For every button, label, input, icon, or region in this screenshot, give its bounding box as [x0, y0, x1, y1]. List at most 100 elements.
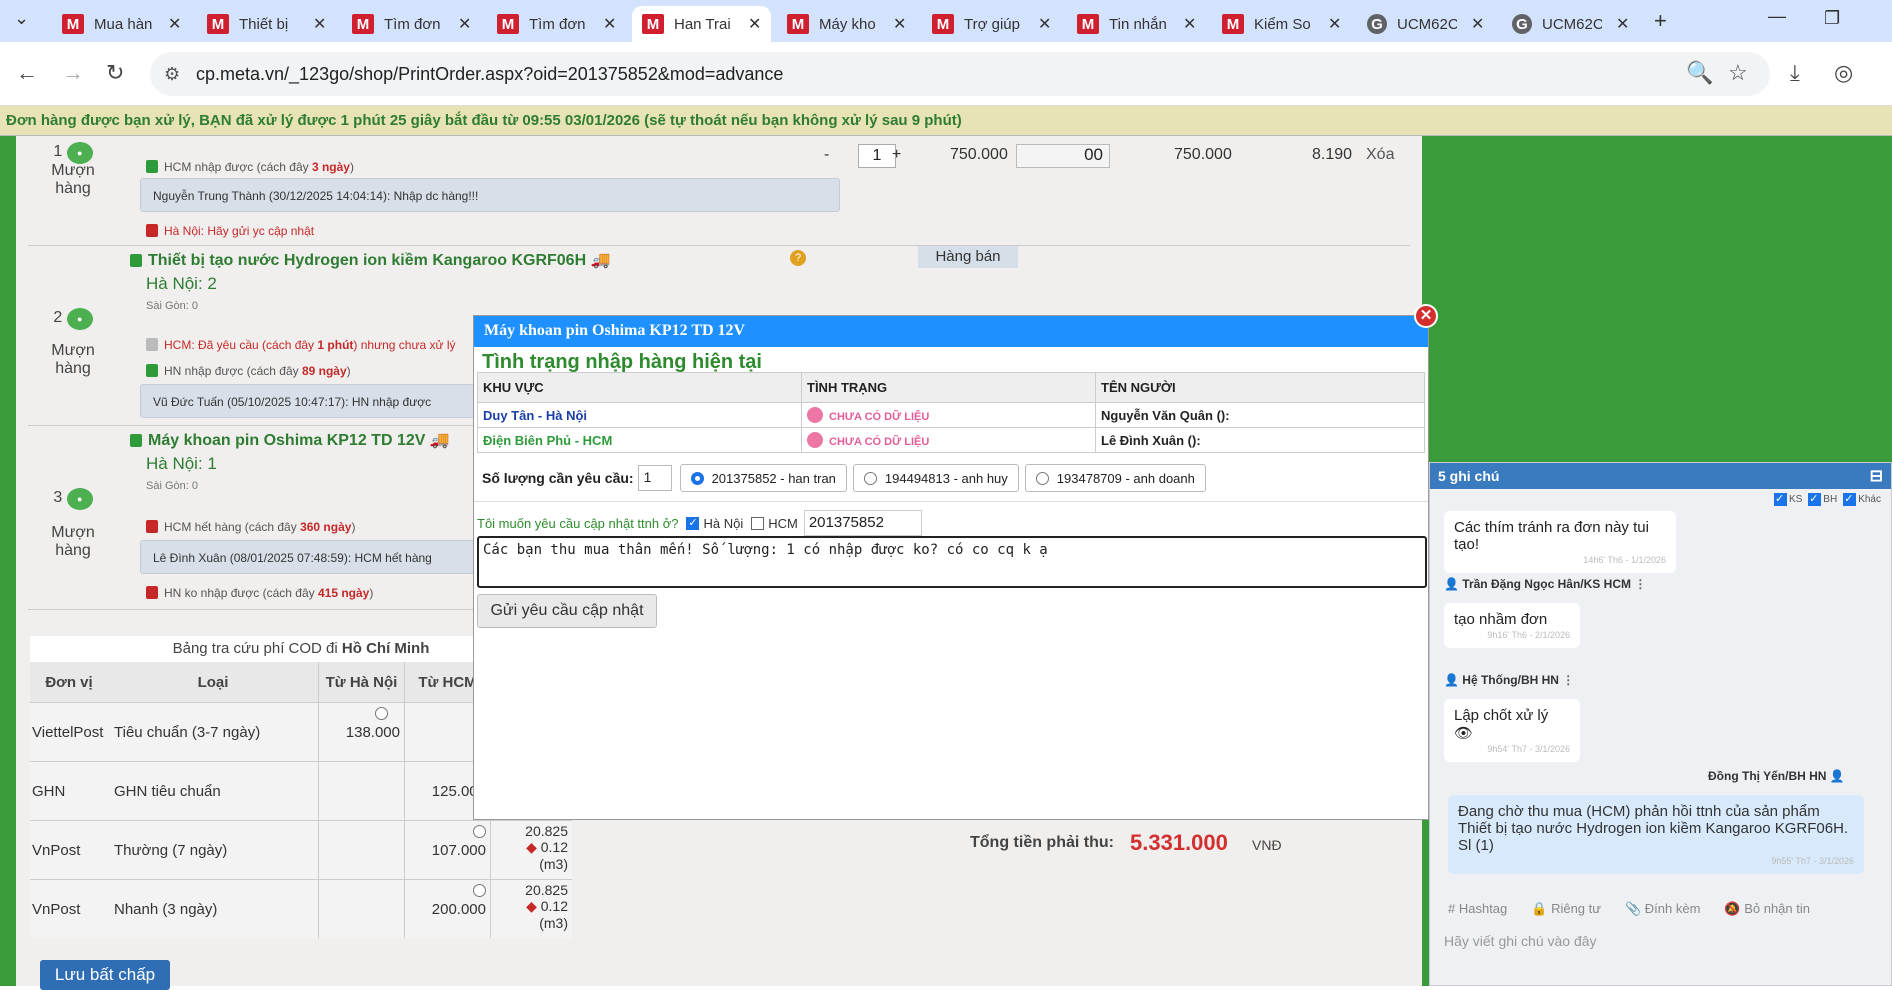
profile-icon[interactable]: ◎: [1834, 60, 1853, 86]
table-row: VnPost Nhanh (3 ngày) 200.000 20.825 ◆ 0.…: [30, 879, 572, 938]
address-bar-area: ← → ↻ ⚙ cp.meta.vn/_123go/shop/PrintOrde…: [0, 42, 1892, 106]
filter-bh-checkbox[interactable]: ✓: [1808, 493, 1822, 506]
radio-option[interactable]: [375, 707, 388, 720]
browser-tab-active[interactable]: M Han Trai ✕: [632, 6, 772, 42]
help-icon[interactable]: ?: [790, 250, 806, 266]
close-tab-icon[interactable]: ✕: [893, 14, 906, 34]
browser-tab[interactable]: M Tìm đơn ✕: [487, 6, 626, 42]
cell-unit: VnPost: [32, 900, 81, 918]
filter-other-checkbox[interactable]: ✓: [1843, 493, 1857, 506]
globe-icon: G: [1512, 14, 1532, 34]
discount-input[interactable]: 00: [1016, 144, 1110, 168]
qty-decrease-button[interactable]: -: [824, 146, 829, 164]
browser-tab[interactable]: M Trợ giúp ✕: [922, 6, 1061, 42]
modal-close-icon[interactable]: ✕: [1414, 304, 1438, 328]
close-tab-icon[interactable]: ✕: [1183, 14, 1196, 34]
table-row: VnPost Thường (7 ngày) 107.000 20.825 ◆ 0…: [30, 820, 572, 879]
private-button[interactable]: 🔒 Riêng tư: [1531, 901, 1601, 917]
note-message: tạo nhầm đơn 9h16' Th6 - 2/1/2026: [1444, 603, 1580, 648]
truck-icon: 🚚: [590, 252, 611, 269]
send-update-request-button[interactable]: Gửi yêu cầu cập nhật: [477, 594, 657, 628]
new-tab-icon[interactable]: +: [1654, 8, 1667, 34]
qty-input[interactable]: 1: [858, 144, 896, 168]
cell-extra: 20.825 ◆ 0.12 (m3): [490, 821, 572, 879]
item-index: 3 ●: [38, 488, 108, 510]
browser-tab-strip: ⌄ M Mua hàn ✕ M Thiết bị ✕ M Tìm đơn ✕ M Tìm đơ…: [0, 0, 1892, 42]
unsubscribe-button[interactable]: 🔕 Bỏ nhận tin: [1724, 901, 1810, 917]
download-icon[interactable]: ⤓: [1790, 60, 1800, 86]
url-input[interactable]: ⚙ cp.meta.vn/_123go/shop/PrintOrder.aspx…: [150, 52, 1770, 96]
bookmark-star-icon[interactable]: ☆: [1728, 60, 1748, 86]
notes-toolbar: # Hashtag 🔒 Riêng tư 📎 Đính kèm 🔕 Bỏ nhậ…: [1448, 901, 1810, 917]
close-tab-icon[interactable]: ✕: [313, 14, 326, 34]
hanoi-checkbox[interactable]: ✓: [686, 516, 700, 530]
order-option[interactable]: 193478709 - anh doanh: [1024, 464, 1206, 492]
cell-unit: VnPost: [32, 841, 81, 859]
delete-link[interactable]: Xóa: [1366, 146, 1394, 164]
total-currency: VNĐ: [1252, 837, 1282, 853]
hcm-checkbox[interactable]: [751, 516, 765, 530]
close-tab-icon[interactable]: ✕: [458, 14, 471, 34]
line-total: 750.000: [1174, 146, 1232, 163]
chat-bubble-icon[interactable]: ●: [66, 142, 93, 164]
browser-tab[interactable]: G UCM62C ✕: [1357, 6, 1494, 42]
radio-option[interactable]: [473, 825, 486, 838]
status-icon: [146, 224, 158, 237]
back-icon[interactable]: ←: [16, 60, 38, 86]
restore-icon[interactable]: ❐: [1824, 8, 1840, 29]
chat-bubble-icon[interactable]: ●: [66, 488, 93, 510]
close-tab-icon[interactable]: ✕: [168, 14, 181, 34]
more-icon: ⋮: [1634, 577, 1647, 591]
browser-tab[interactable]: M Mua hàn ✕: [52, 6, 191, 42]
col-type: Loại: [197, 673, 229, 691]
status-icon: [146, 586, 158, 599]
browser-tab[interactable]: G UCM62C ✕: [1502, 6, 1639, 42]
minimize-panel-icon[interactable]: ⊟: [1870, 466, 1883, 486]
qty-input[interactable]: 1: [637, 465, 672, 491]
qty-increase-button[interactable]: +: [892, 146, 901, 164]
close-tab-icon[interactable]: ✕: [1038, 14, 1051, 34]
product-title[interactable]: Máy khoan pin Oshima KP12 TD 12V 🚚: [130, 430, 450, 450]
browser-tab[interactable]: M Máy kho ✕: [777, 6, 916, 42]
order-option[interactable]: 194494813 - anh huy: [852, 464, 1019, 492]
chat-bubble-icon[interactable]: ●: [66, 308, 93, 330]
reload-icon[interactable]: ↻: [106, 60, 124, 86]
close-tab-icon[interactable]: ✕: [1328, 14, 1341, 34]
hashtag-button[interactable]: # Hashtag: [1448, 901, 1507, 917]
status-dot-icon: [807, 432, 823, 448]
close-tab-icon[interactable]: ✕: [1616, 14, 1629, 34]
browser-tab[interactable]: M Tìm đơn ✕: [342, 6, 481, 42]
attach-button[interactable]: 📎 Đính kèm: [1625, 901, 1700, 917]
product-title[interactable]: Thiết bị tạo nước Hydrogen ion kiềm Kang…: [130, 250, 611, 270]
item-index: 2 ●: [38, 308, 108, 330]
message-textarea[interactable]: Các bạn thu mua thân mến! Số lượng: 1 có…: [477, 536, 1427, 588]
truck-icon: 🚚: [429, 432, 450, 449]
cell-hn: 138.000: [318, 703, 404, 761]
browser-tab[interactable]: M Thiết bị ✕: [197, 6, 336, 42]
close-tab-icon[interactable]: ✕: [1471, 14, 1484, 34]
order-code-input[interactable]: 201375852: [803, 510, 922, 536]
close-tab-icon[interactable]: ✕: [603, 14, 616, 34]
filter-ks-checkbox[interactable]: ✓: [1773, 493, 1787, 506]
tab-search-icon[interactable]: ⌄: [14, 8, 29, 29]
tab-label: UCM62C: [1397, 15, 1457, 33]
note-input[interactable]: Hãy viết ghi chú vào đây: [1444, 933, 1597, 949]
status-table: KHU VỰC TÌNH TRẠNG TÊN NGƯỜI Duy Tân - H…: [477, 372, 1425, 453]
modal-subtitle: Tình trạng nhập hàng hiện tại: [482, 351, 762, 373]
user-icon: 👤: [1829, 769, 1845, 783]
hcm-label: HCM: [768, 515, 798, 531]
processing-notice: Đơn hàng được bạn xử lý, BẠN đã xử lý đư…: [0, 106, 1892, 136]
tab-label: Trợ giúp: [964, 15, 1020, 33]
radio-option[interactable]: [473, 884, 486, 897]
zoom-icon[interactable]: 🔍: [1686, 60, 1713, 86]
minimize-icon[interactable]: —: [1768, 6, 1786, 27]
forward-icon[interactable]: →: [62, 60, 84, 86]
qty-label: Số lượng cần yêu cầu:: [482, 470, 634, 486]
order-option[interactable]: 201375852 - han tran: [679, 464, 847, 492]
close-tab-icon[interactable]: ✕: [748, 14, 761, 34]
col-area: KHU VỰC: [477, 372, 802, 403]
stock-saigon: Sài Gòn: 0: [146, 480, 198, 492]
browser-tab[interactable]: M Tin nhắn ✕: [1067, 6, 1206, 42]
browser-tab[interactable]: M Kiểm So ✕: [1212, 6, 1351, 42]
site-settings-icon[interactable]: ⚙: [164, 64, 180, 85]
